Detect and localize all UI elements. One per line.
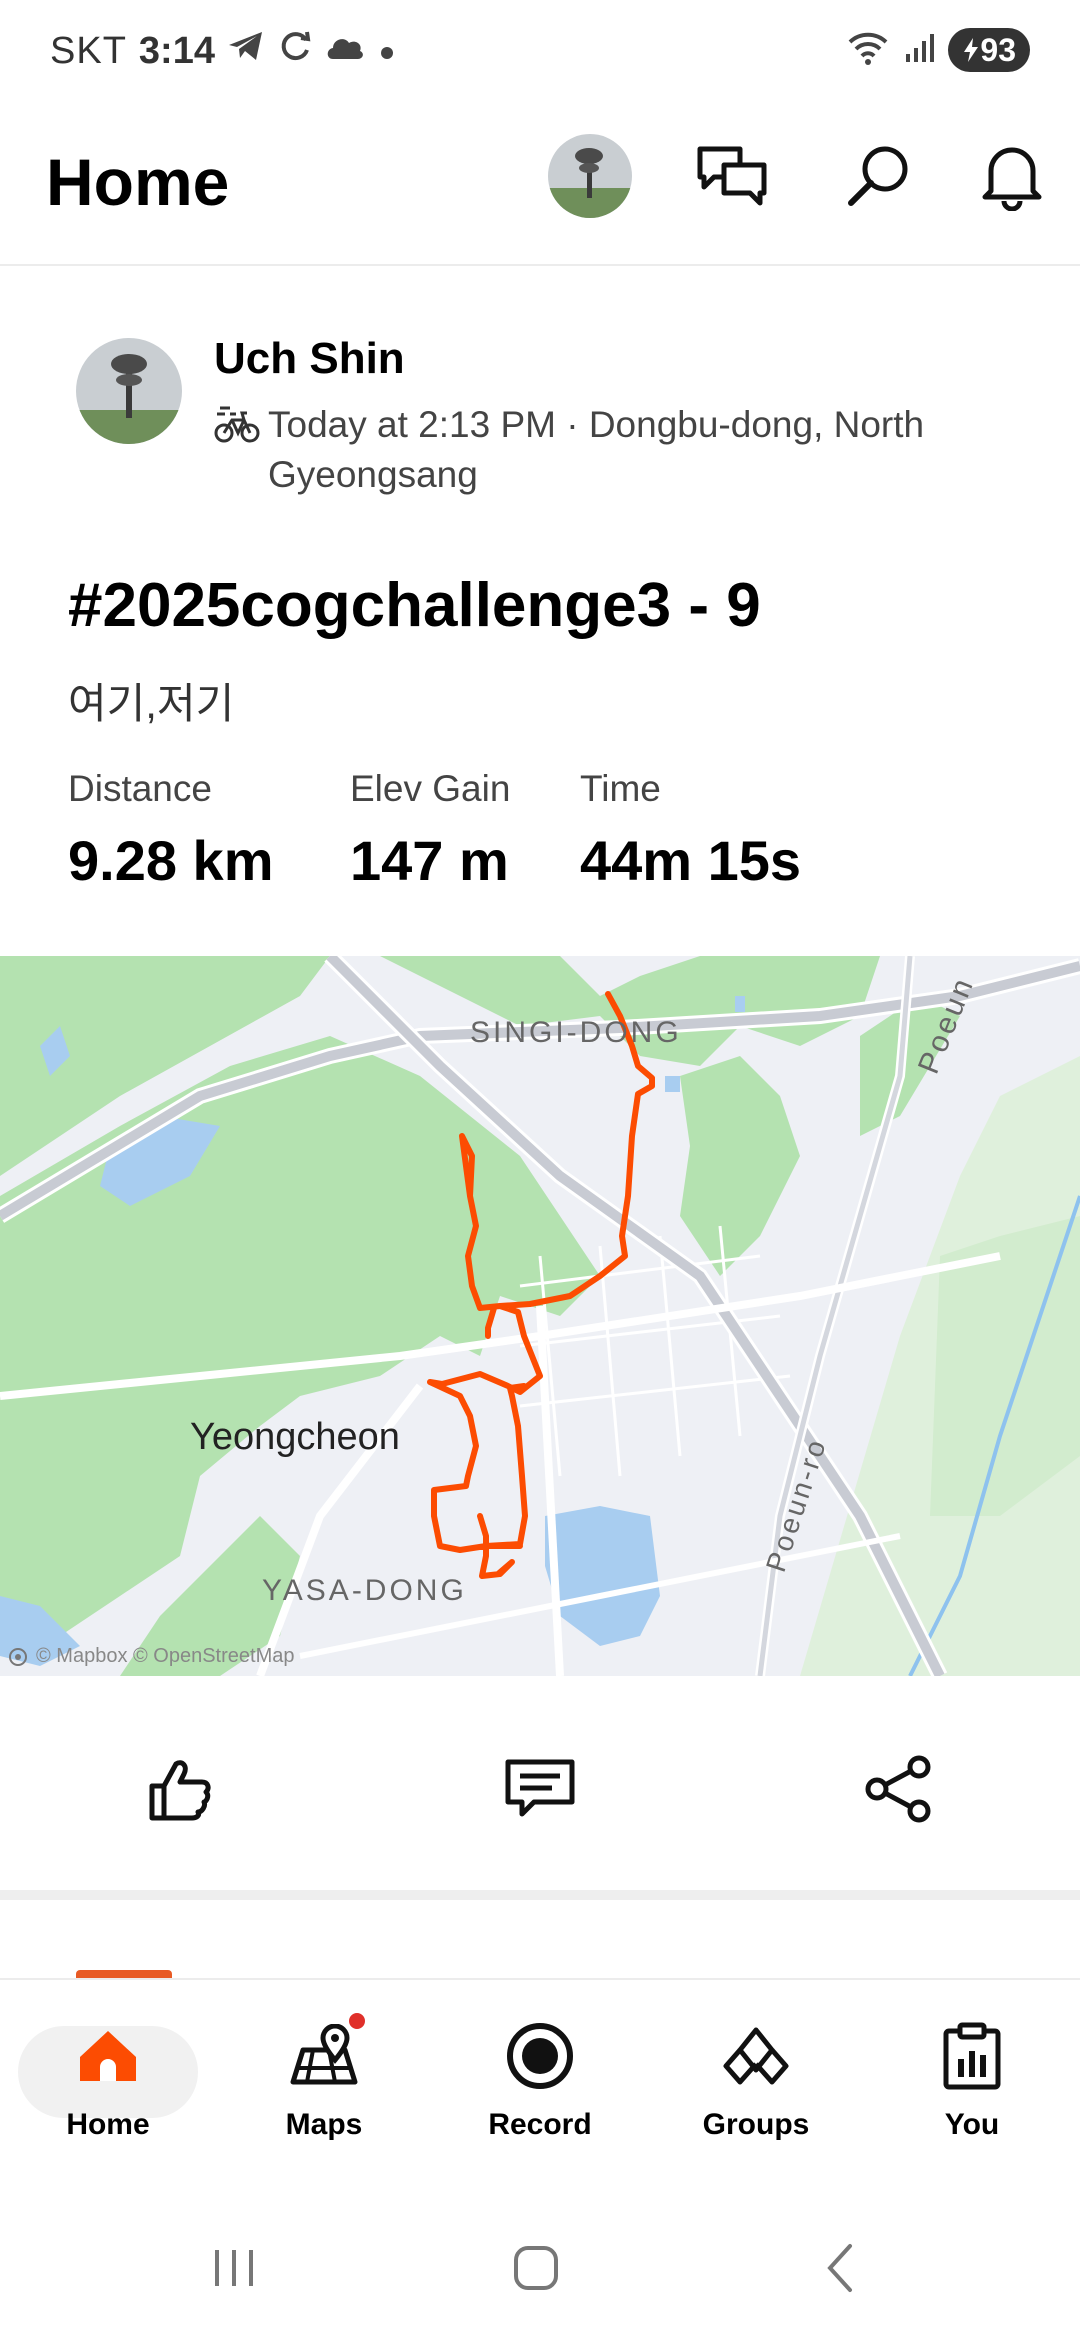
sync-icon [277, 28, 313, 74]
post-meta-text: Today at 2:13 PM · Dongbu-dong, North Gy… [268, 404, 925, 495]
nav-label: Maps [285, 2108, 363, 2141]
activity-title[interactable]: #2025cogchallenge3 - 9 [68, 570, 761, 641]
status-bar: SKT 3:14 93 [0, 0, 1080, 100]
wifi-icon [846, 30, 890, 71]
chat-bubbles-icon [697, 146, 767, 206]
stat-label: Time [580, 768, 661, 809]
map-attribution-text: © Mapbox © OpenStreetMap [36, 1645, 295, 1667]
charging-icon [964, 38, 979, 62]
cloud-icon [325, 30, 365, 73]
back-chevron-icon [827, 2244, 852, 2292]
author-avatar[interactable] [76, 338, 182, 444]
clock: 3:14 [138, 29, 215, 72]
stat-label: Elev Gain [350, 768, 511, 809]
bike-icon [214, 404, 260, 457]
record-icon [507, 2023, 573, 2089]
nav-maps[interactable]: Maps [234, 2006, 414, 2176]
messages-button[interactable] [692, 136, 772, 216]
status-right: 93 [846, 28, 1030, 72]
map-attribution[interactable]: © Mapbox © OpenStreetMap [8, 1645, 295, 1668]
dot-icon [377, 30, 397, 73]
nav-home[interactable]: Home [18, 2006, 198, 2176]
battery-level: 93 [980, 31, 1016, 68]
nav-label: Groups [702, 2108, 810, 2141]
recents-icon [215, 2250, 253, 2286]
nav-record[interactable]: Record [450, 2006, 630, 2176]
like-button[interactable] [134, 1744, 224, 1834]
nav-label: Record [488, 2108, 592, 2141]
activity-map[interactable]: SINGI-DONG Poeun Yeongcheon Poeun-ro YAS… [0, 956, 1080, 1676]
home-system-button[interactable] [496, 2238, 576, 2298]
search-icon [848, 146, 908, 206]
stat-elev-gain: Elev Gain 147 m [350, 768, 510, 893]
activity-description: 여기,저기 [68, 680, 235, 727]
stat-distance: Distance 9.28 km [68, 768, 274, 893]
back-button[interactable] [800, 2238, 880, 2298]
stat-label: Distance [68, 768, 212, 809]
stat-value: 44m 15s [580, 829, 802, 892]
share-button[interactable] [854, 1744, 944, 1834]
post-actions [0, 1676, 1080, 1896]
feed-divider [0, 1890, 1080, 1900]
stat-value: 147 m [350, 829, 509, 892]
notifications-button[interactable] [972, 136, 1052, 216]
comment-icon [505, 1759, 575, 1817]
home-square-icon [514, 2246, 558, 2290]
nav-you[interactable]: You [882, 2006, 1062, 2176]
share-icon [865, 1755, 931, 1823]
recent-apps-button[interactable] [194, 2238, 274, 2298]
groups-icon [723, 2027, 789, 2085]
home-icon [80, 2031, 136, 2081]
app-header: Home [0, 100, 1080, 266]
carrier: SKT [50, 29, 127, 72]
page-title: Home [46, 145, 230, 219]
author-name[interactable]: Uch Shin [214, 334, 405, 384]
nav-groups[interactable]: Groups [666, 2006, 846, 2176]
nav-label: You [944, 2108, 1000, 2141]
bottom-nav: Home Maps Record Groups You [0, 1978, 1080, 2198]
signal-icon [904, 32, 935, 69]
bell-icon [982, 147, 1042, 211]
mapbox-logo-icon [9, 1647, 27, 1666]
map-label-yasa: YASA-DONG [262, 1574, 467, 1607]
clipboard-chart-icon [943, 2022, 1001, 2090]
nav-label: Home [66, 2108, 150, 2141]
comment-button[interactable] [495, 1744, 585, 1834]
map-label-singi: SINGI-DONG [470, 1016, 682, 1049]
profile-avatar[interactable] [548, 134, 632, 218]
telegram-icon [227, 29, 265, 73]
status-left: SKT 3:14 [50, 28, 397, 74]
map-icon [290, 2024, 358, 2085]
map-label-yeongcheon: Yeongcheon [190, 1416, 400, 1458]
maps-notification-badge [346, 2010, 368, 2032]
thumbs-up-icon [149, 1760, 211, 1821]
stat-time: Time 44m 15s [580, 768, 801, 893]
post-meta: Today at 2:13 PM · Dongbu-dong, North Gy… [214, 400, 1014, 500]
battery-indicator: 93 [948, 28, 1030, 72]
stat-value: 9.28 km [68, 829, 274, 892]
search-button[interactable] [838, 136, 918, 216]
system-nav-bar [0, 2198, 1080, 2340]
